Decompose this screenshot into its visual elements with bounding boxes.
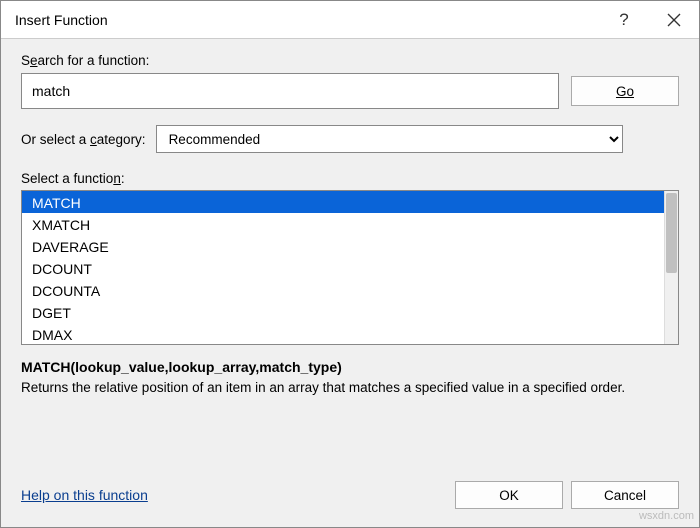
scrollbar[interactable] xyxy=(664,191,678,344)
help-icon[interactable]: ? xyxy=(599,1,649,39)
function-list-inner: MATCHXMATCHDAVERAGEDCOUNTDCOUNTADGETDMAX xyxy=(22,191,664,344)
search-label-pre: S xyxy=(21,53,30,68)
close-icon[interactable] xyxy=(649,1,699,39)
list-item[interactable]: DCOUNTA xyxy=(22,279,664,301)
dialog-body: Search for a function: Go Or select a ca… xyxy=(1,39,699,471)
cancel-button[interactable]: Cancel xyxy=(571,481,679,509)
function-signature: MATCH(lookup_value,lookup_array,match_ty… xyxy=(21,359,679,375)
category-select[interactable]: Recommended xyxy=(156,125,623,153)
scroll-thumb[interactable] xyxy=(666,193,677,273)
watermark: wsxdn.com xyxy=(639,510,694,522)
list-item[interactable]: DGET xyxy=(22,301,664,323)
function-description: Returns the relative position of an item… xyxy=(21,379,679,397)
list-item[interactable]: DCOUNT xyxy=(22,257,664,279)
search-label-accel: e xyxy=(30,53,38,68)
list-item[interactable]: XMATCH xyxy=(22,213,664,235)
function-listbox[interactable]: MATCHXMATCHDAVERAGEDCOUNTDCOUNTADGETDMAX xyxy=(21,190,679,345)
insert-function-dialog: Insert Function ? Search for a function:… xyxy=(0,0,700,528)
go-accel: G xyxy=(616,84,627,99)
help-on-function-link[interactable]: Help on this function xyxy=(21,487,148,503)
go-button[interactable]: Go xyxy=(571,76,679,106)
search-label-post: arch for a function: xyxy=(38,53,150,68)
search-input[interactable] xyxy=(21,73,559,109)
category-row: Or select a category: Recommended xyxy=(21,125,679,153)
list-item[interactable]: DAVERAGE xyxy=(22,235,664,257)
list-item[interactable]: MATCH xyxy=(22,191,664,213)
search-row: Go xyxy=(21,73,679,109)
search-label: Search for a function: xyxy=(21,53,679,68)
ok-button[interactable]: OK xyxy=(455,481,563,509)
category-label: Or select a category: xyxy=(21,132,146,147)
dialog-title: Insert Function xyxy=(15,12,599,28)
dialog-footer: Help on this function OK Cancel xyxy=(1,471,699,527)
function-list-label: Select a function: xyxy=(21,171,679,186)
list-item[interactable]: DMAX xyxy=(22,323,664,344)
function-accel: n xyxy=(113,171,121,186)
category-accel: c xyxy=(90,132,97,147)
titlebar: Insert Function ? xyxy=(1,1,699,39)
